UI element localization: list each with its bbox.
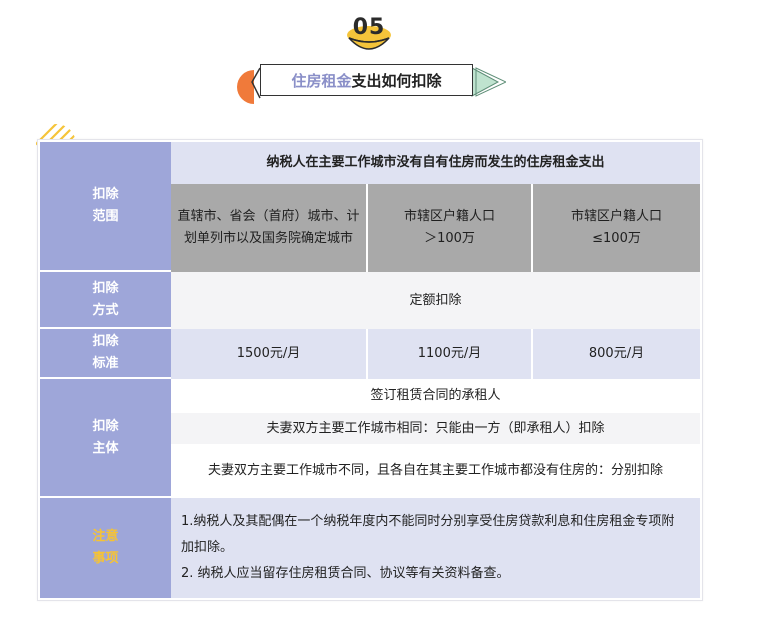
scope-title: 纳税人在主要工作城市没有自有住房而发生的住房租金支出 (171, 142, 700, 184)
subject-line-3: 夫妻双方主要工作城市不同，且各自在其主要工作城市都没有住房的：分别扣除 (171, 444, 700, 498)
row-label-standard: 扣除 标准 (40, 329, 171, 379)
row-label-scope: 扣除 范围 (40, 142, 171, 272)
note-item-1: 1.纳税人及其配偶在一个纳税年度内不能同时分别享受住房贷款利息和住房租金专项附加… (181, 514, 675, 555)
row-label-subject: 扣除 主体 (40, 379, 171, 498)
subject-line-2: 夫妻双方主要工作城市相同：只能由一方（即承租人）扣除 (171, 413, 700, 444)
city-category-3: 市辖区户籍人口 ≤100万 (533, 184, 700, 272)
notes-cell: 1.纳税人及其配偶在一个纳税年度内不能同时分别享受住房贷款利息和住房租金专项附加… (171, 498, 700, 598)
section-number-badge: 05 (343, 10, 395, 54)
section-title: 住房租金 支出如何扣除 (260, 64, 473, 96)
deduction-table-card: 扣除 范围 纳税人在主要工作城市没有自有住房而发生的住房租金支出 直辖市、省会（… (37, 139, 703, 601)
standard-value-3: 800元/月 (533, 329, 700, 379)
note-item-2: 2. 纳税人应当留存住房租赁合同、协议等有关资料备查。 (181, 566, 510, 581)
city-category-1: 直辖市、省会（首府）城市、计划单列市以及国务院确定城市 (171, 184, 368, 272)
deduction-table: 扣除 范围 纳税人在主要工作城市没有自有住房而发生的住房租金支出 直辖市、省会（… (40, 142, 700, 598)
section-title-rest: 支出如何扣除 (351, 71, 442, 90)
city-category-2: 市辖区户籍人口 ＞100万 (368, 184, 533, 272)
standard-value-1: 1500元/月 (171, 329, 368, 379)
deduction-method: 定额扣除 (171, 272, 700, 329)
section-number: 05 (352, 15, 386, 40)
subject-line-1: 签订租赁合同的承租人 (171, 379, 700, 413)
row-label-method: 扣除 方式 (40, 272, 171, 329)
section-title-banner: 住房租金 支出如何扣除 (236, 62, 506, 106)
row-label-notes: 注意 事项 (40, 498, 171, 598)
section-title-highlight: 住房租金 (291, 71, 352, 90)
standard-value-2: 1100元/月 (368, 329, 533, 379)
